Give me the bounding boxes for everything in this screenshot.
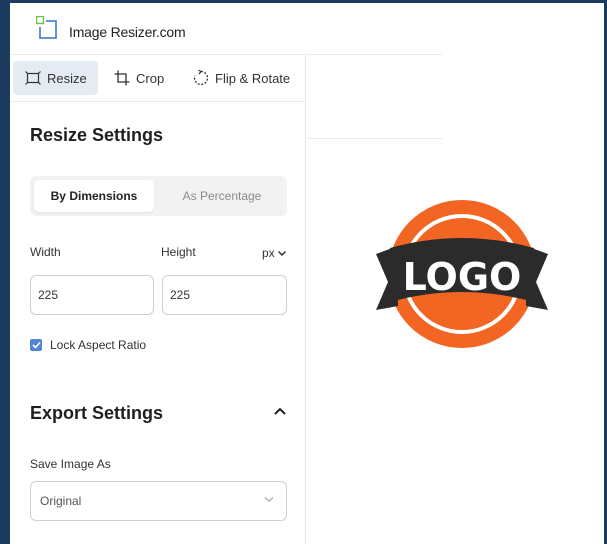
checkbox-checked-icon xyxy=(30,339,42,351)
export-settings-title: Export Settings xyxy=(30,403,164,423)
top-bar: Image Resizer.com xyxy=(10,3,442,55)
rotate-icon xyxy=(193,70,209,86)
tool-tabs: Resize Crop Flip & Rotate xyxy=(10,61,306,97)
save-as-value: Original xyxy=(40,494,82,508)
tab-flip-rotate[interactable]: Flip & Rotate xyxy=(193,61,290,95)
settings-sidebar: Resize Crop Flip & Rotate Resize Setting… xyxy=(10,55,306,544)
width-field[interactable]: 225 xyxy=(30,275,154,315)
tab-crop[interactable]: Crop xyxy=(114,61,164,95)
resize-icon xyxy=(25,71,41,85)
height-value: 225 xyxy=(170,288,191,302)
width-value: 225 xyxy=(38,288,59,302)
image-preview: LOGO xyxy=(376,200,548,348)
height-label: Height xyxy=(161,245,196,259)
tab-resize[interactable]: Resize xyxy=(13,61,98,95)
chevron-up-icon[interactable] xyxy=(273,407,287,416)
save-as-select[interactable]: Original xyxy=(30,481,287,521)
brand-logo-icon xyxy=(36,16,57,39)
lock-aspect-ratio-checkbox[interactable]: Lock Aspect Ratio xyxy=(30,338,146,352)
unit-value: px xyxy=(262,246,275,260)
lock-aspect-ratio-label: Lock Aspect Ratio xyxy=(50,338,147,352)
divider xyxy=(10,101,306,102)
resize-settings-title: Resize Settings xyxy=(30,125,164,145)
tab-label: Resize xyxy=(47,70,87,86)
mode-as-percentage[interactable]: As Percentage xyxy=(160,180,284,212)
resize-mode-toggle: By Dimensions As Percentage xyxy=(30,176,287,216)
chevron-down-icon xyxy=(277,250,286,256)
crop-icon xyxy=(114,70,130,86)
logo-text: LOGO xyxy=(403,255,522,299)
tab-label: Crop xyxy=(136,70,165,86)
unit-dropdown[interactable]: px xyxy=(262,246,287,260)
brand-name[interactable]: Image Resizer.com xyxy=(69,24,186,40)
logo-image: LOGO xyxy=(376,200,548,348)
save-as-label: Save Image As xyxy=(30,457,111,471)
divider xyxy=(307,138,442,139)
chevron-down-icon xyxy=(264,497,274,502)
tab-label: Flip & Rotate xyxy=(215,70,291,86)
mode-by-dimensions[interactable]: By Dimensions xyxy=(34,180,154,212)
width-label: Width xyxy=(30,245,61,259)
height-field[interactable]: 225 xyxy=(162,275,287,315)
